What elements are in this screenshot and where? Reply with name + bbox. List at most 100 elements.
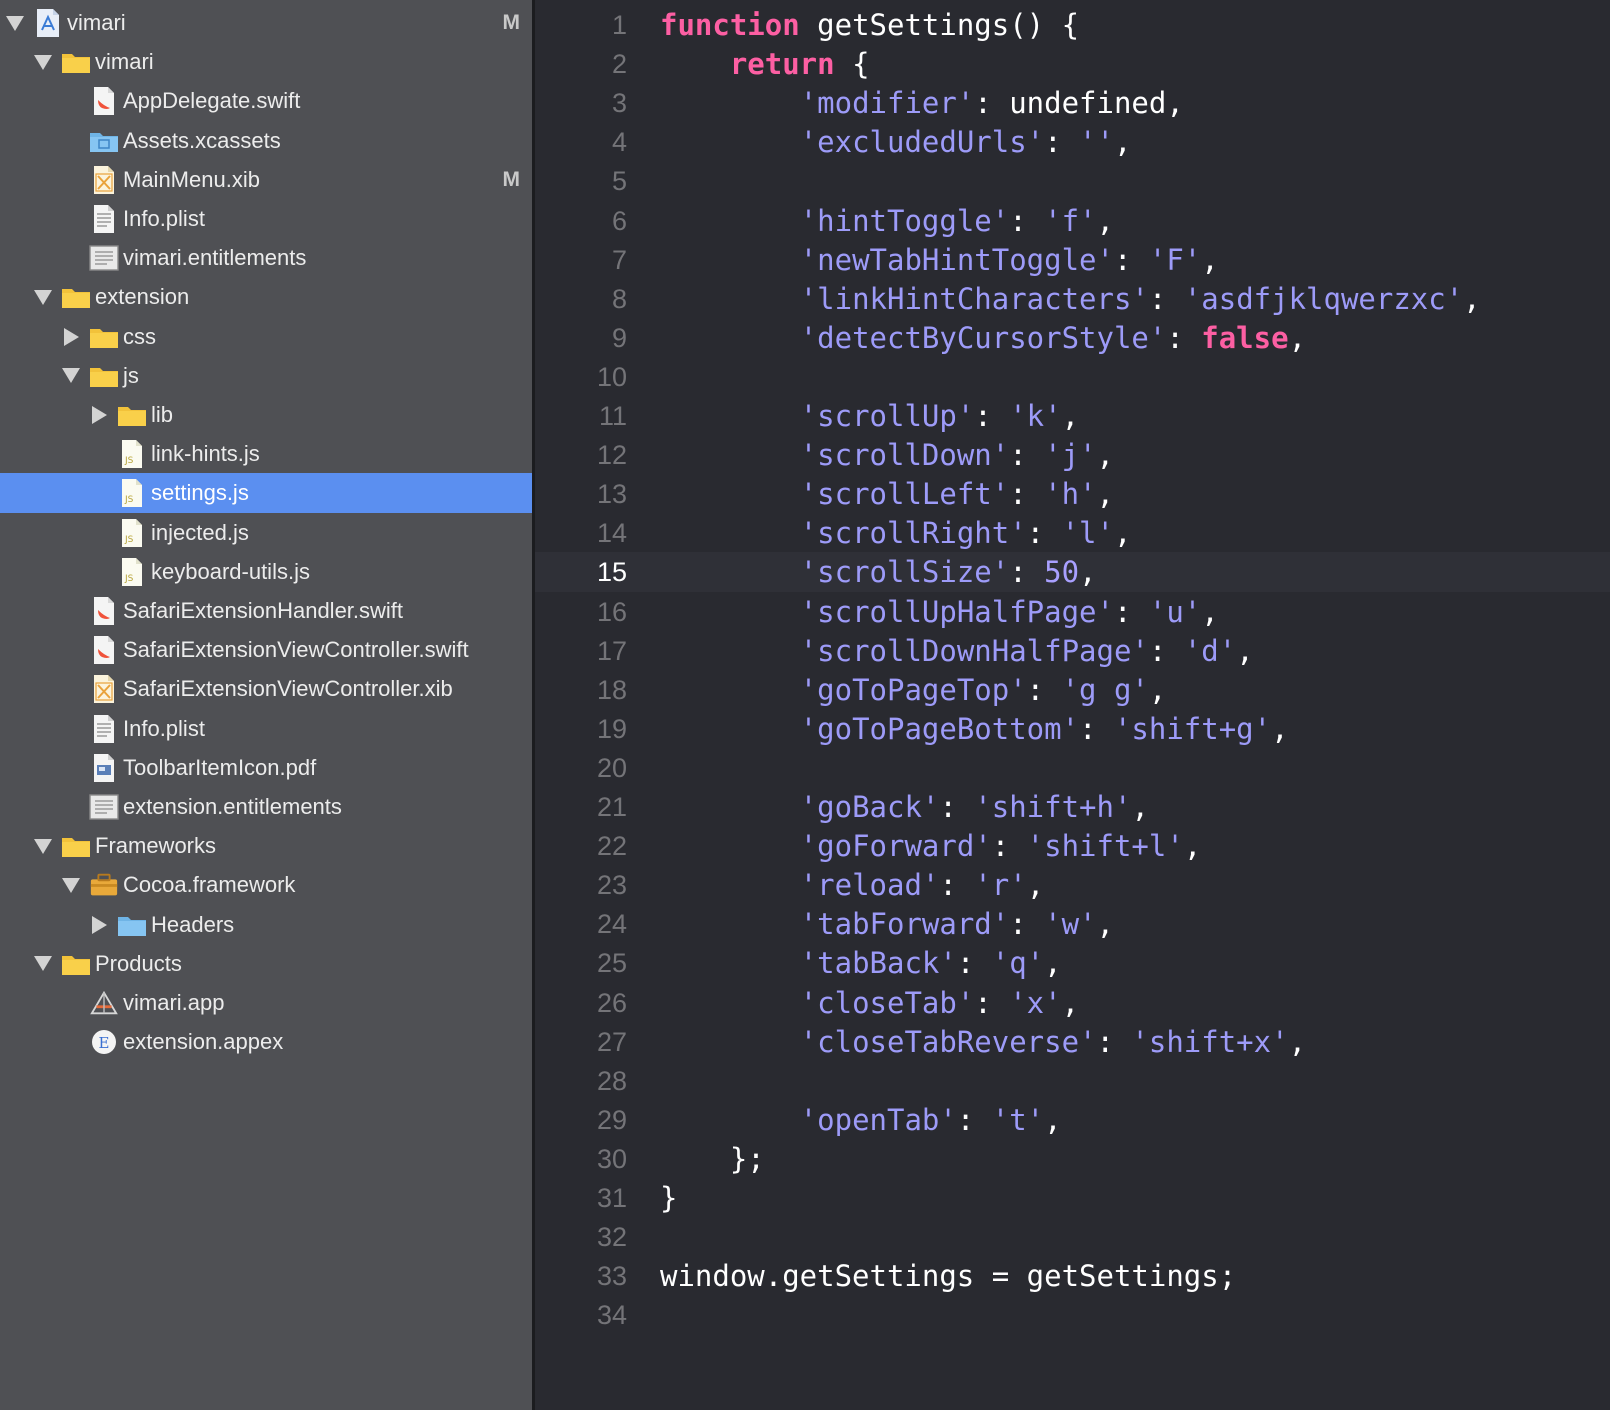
js-file-icon: JS <box>117 479 147 508</box>
code-line[interactable]: 23 'reload': 'r', <box>535 865 1610 905</box>
code-line[interactable]: 27 'closeTabReverse': 'shift+x', <box>535 1022 1610 1062</box>
navigator-item[interactable]: vimari <box>0 42 532 82</box>
string-token: 'j' <box>1044 438 1097 473</box>
navigator-item[interactable]: Eextension.appex <box>0 1022 532 1062</box>
code-line[interactable]: 7 'newTabHintToggle': 'F', <box>535 240 1610 280</box>
navigator-item[interactable]: vimari M <box>0 3 532 43</box>
code-line[interactable]: 28 <box>535 1061 1610 1101</box>
swift-file-icon <box>89 597 119 625</box>
code-text: return { <box>660 44 870 84</box>
navigator-item[interactable]: extension.entitlements <box>0 787 532 827</box>
code-line[interactable]: 34 <box>535 1295 1610 1335</box>
code-line[interactable]: 11 'scrollUp': 'k', <box>535 396 1610 436</box>
code-line[interactable]: 24 'tabForward': 'w', <box>535 904 1610 944</box>
navigator-item[interactable]: SafariExtensionViewController.xib <box>0 669 532 709</box>
code-line[interactable]: 13 'scrollLeft': 'h', <box>535 474 1610 514</box>
navigator-item[interactable]: JS settings.js <box>0 473 532 514</box>
plain-token: window.getSettings = getSettings; <box>660 1259 1237 1294</box>
string-token: 'tabForward' <box>799 907 1010 942</box>
navigator-item[interactable]: Info.plist <box>0 709 532 749</box>
source-editor[interactable]: 1 function getSettings() {2 return {3 'mo… <box>535 0 1610 1410</box>
plain-token: : <box>1148 633 1184 668</box>
navigator-item[interactable]: JS keyboard-utils.js <box>0 552 532 592</box>
navigator-item[interactable]: Headers <box>0 905 532 945</box>
line-number: 10 <box>596 361 627 392</box>
navigator-item[interactable]: SafariExtensionViewController.swift <box>0 630 532 670</box>
navigator-item[interactable]: css <box>0 317 532 357</box>
navigator-item[interactable]: JS injected.js <box>0 513 532 553</box>
navigator-item[interactable]: JS link-hints.js <box>0 434 532 474</box>
code-line[interactable]: 21 'goBack': 'shift+h', <box>535 787 1610 827</box>
navigator-item[interactable]: ToolbarItemIcon.pdf <box>0 748 532 788</box>
app-icon <box>89 989 119 1017</box>
navigator-item[interactable]: Products <box>0 944 532 984</box>
code-line[interactable]: 18 'goToPageTop': 'g g', <box>535 670 1610 710</box>
code-line[interactable]: 30 }; <box>535 1139 1610 1179</box>
disclosure-open-icon[interactable] <box>4 3 26 43</box>
string-token: 'linkHintCharacters' <box>799 281 1149 316</box>
code-line[interactable]: 31} <box>535 1178 1610 1218</box>
plain-token: , <box>1288 1024 1307 1059</box>
disclosure-open-icon[interactable] <box>60 865 82 905</box>
code-line[interactable]: 22 'goForward': 'shift+l', <box>535 826 1610 866</box>
code-line[interactable]: 20 <box>535 748 1610 788</box>
navigator-item[interactable]: vimari.app <box>0 983 532 1023</box>
disclosure-open-icon[interactable] <box>32 826 54 866</box>
disclosure-closed-icon[interactable] <box>88 905 110 945</box>
navigator-item[interactable]: vimari.entitlements <box>0 238 532 278</box>
line-number: 23 <box>596 870 627 901</box>
plain-token: : <box>1009 555 1045 590</box>
line-number: 9 <box>611 322 627 353</box>
plain-token: : <box>1044 125 1080 160</box>
plain-token: , <box>1148 672 1167 707</box>
navigator-item[interactable]: extension <box>0 277 532 317</box>
disclosure-closed-icon[interactable] <box>60 317 82 357</box>
navigator-item[interactable]: Assets.xcassets <box>0 121 532 161</box>
code-line[interactable]: 25 'tabBack': 'q', <box>535 943 1610 983</box>
disclosure-open-icon[interactable] <box>60 356 82 396</box>
string-token: 'scrollRight' <box>799 516 1027 551</box>
code-line[interactable]: 26 'closeTab': 'x', <box>535 983 1610 1023</box>
navigator-item[interactable]: Info.plist <box>0 199 532 239</box>
code-text: 'openTab': 't', <box>660 1100 1062 1140</box>
string-token: 'asdfjklqwerzxc' <box>1183 281 1464 316</box>
code-line[interactable]: 4 'excludedUrls': '', <box>535 122 1610 162</box>
plain-token: : <box>974 399 1010 433</box>
navigator-item-label: Info.plist <box>123 206 205 231</box>
code-line[interactable]: 1 function getSettings() { <box>535 5 1610 45</box>
navigator-item[interactable]: AppDelegate.swift <box>0 81 532 121</box>
code-line[interactable]: 17 'scrollDownHalfPage': 'd', <box>535 631 1610 671</box>
navigator-item[interactable]: SafariExtensionHandler.swift <box>0 591 532 631</box>
navigator-item-label: Frameworks <box>95 833 217 859</box>
code-line[interactable]: 16 'scrollUpHalfPage': 'u', <box>535 592 1610 632</box>
disclosure-open-icon[interactable] <box>32 277 54 317</box>
code-line[interactable]: 3 'modifier': undefined, <box>535 83 1610 123</box>
navigator-item[interactable]: MainMenu.xib M <box>0 160 532 200</box>
code-line[interactable]: 12 'scrollDown': 'j', <box>535 435 1610 475</box>
code-line[interactable]: 8 'linkHintCharacters': 'asdfjklqwerzxc'… <box>535 279 1610 319</box>
code-line[interactable]: 19 'goToPageBottom': 'shift+g', <box>535 709 1610 749</box>
code-line[interactable]: 29 'openTab': 't', <box>535 1100 1610 1140</box>
code-line[interactable]: 10 <box>535 357 1610 397</box>
navigator-item[interactable]: js <box>0 356 532 396</box>
navigator-item-label: css <box>123 323 156 349</box>
disclosure-open-icon[interactable] <box>32 944 54 984</box>
string-token: 'goBack' <box>799 790 940 824</box>
navigator-item[interactable]: lib <box>0 395 532 435</box>
disclosure-open-icon[interactable] <box>32 42 54 82</box>
code-line[interactable]: 9 'detectByCursorStyle': false, <box>535 318 1610 358</box>
code-line[interactable]: 32 <box>535 1217 1610 1257</box>
code-line[interactable]: 6 'hintToggle': 'f', <box>535 201 1610 241</box>
disclosure-closed-icon[interactable] <box>88 395 110 435</box>
code-line[interactable]: 2 return { <box>535 44 1610 84</box>
navigator-item[interactable]: Frameworks <box>0 826 532 866</box>
code-line[interactable]: 15 'scrollSize': 50, <box>535 552 1610 593</box>
code-line[interactable]: 33 window.getSettings = getSettings; <box>535 1256 1610 1296</box>
plain-token: , <box>1079 555 1097 590</box>
navigator-item[interactable]: Cocoa.framework <box>0 865 532 905</box>
code-line[interactable]: 14 'scrollRight': 'l', <box>535 513 1610 553</box>
code-line[interactable]: 5 <box>535 161 1610 201</box>
